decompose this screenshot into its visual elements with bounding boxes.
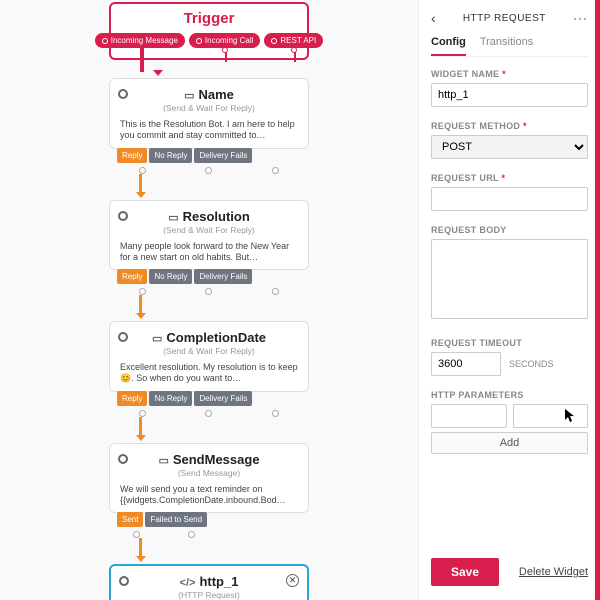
flow-canvas[interactable]: Trigger Incoming Message Incoming Call R…	[0, 0, 418, 600]
tag-delivery-fails[interactable]: Delivery Fails	[194, 148, 252, 163]
node-sendmessage[interactable]: ▭SendMessage (Send Message) We will send…	[109, 443, 309, 514]
save-button[interactable]: Save	[431, 558, 499, 586]
tag-delivery-fails[interactable]: Delivery Fails	[194, 269, 252, 284]
add-parameter-button[interactable]: Add	[431, 432, 588, 454]
code-icon: </>	[180, 577, 196, 589]
chat-icon: ▭	[152, 333, 162, 345]
input-timeout[interactable]	[431, 352, 501, 376]
tag-reply[interactable]: Reply	[117, 148, 147, 163]
node-subtitle: (Send & Wait For Reply)	[120, 225, 298, 235]
back-icon[interactable]: ‹	[431, 10, 436, 26]
chat-icon: ▭	[168, 212, 178, 224]
close-icon[interactable]: ✕	[286, 574, 299, 587]
input-widget-name[interactable]	[431, 83, 588, 107]
tag-reply[interactable]: Reply	[117, 391, 147, 406]
tag-noreply[interactable]: No Reply	[149, 269, 192, 284]
node-subtitle: (Send & Wait For Reply)	[120, 103, 298, 113]
chat-icon: ▭	[184, 90, 194, 102]
node-subtitle: (Send Message)	[120, 468, 298, 478]
tag-sent[interactable]: Sent	[117, 512, 143, 527]
accent-bar	[595, 0, 600, 600]
label-http-parameters: HTTP PARAMETERS	[431, 390, 588, 400]
config-panel: ‹ HTTP REQUEST ··· Config Transitions WI…	[418, 0, 600, 600]
node-body: This is the Resolution Bot. I am here to…	[120, 119, 298, 142]
node-body: Many people look forward to the New Year…	[120, 241, 298, 264]
label-request-timeout: REQUEST TIMEOUT	[431, 338, 588, 348]
radio-icon	[118, 332, 128, 342]
label-widget-name: WIDGET NAME	[431, 69, 588, 79]
node-resolution[interactable]: ▭Resolution (Send & Wait For Reply) Many…	[109, 200, 309, 271]
node-subtitle: (HTTP Request)	[121, 590, 297, 600]
node-http-1[interactable]: ✕ </>http_1 (HTTP Request)	[109, 564, 309, 600]
input-param-value[interactable]	[513, 404, 589, 428]
node-body: Excellent resolution. My resolution is t…	[120, 362, 298, 385]
pill-incoming-message[interactable]: Incoming Message	[95, 33, 185, 48]
label-request-method: REQUEST METHOD	[431, 121, 588, 131]
select-request-method[interactable]: POST	[431, 135, 588, 159]
node-completiondate[interactable]: ▭CompletionDate (Send & Wait For Reply) …	[109, 321, 309, 392]
panel-tabs: Config Transitions	[431, 36, 588, 57]
trigger-node[interactable]: Trigger Incoming Message Incoming Call R…	[109, 2, 309, 60]
tab-transitions[interactable]: Transitions	[480, 36, 533, 56]
node-name[interactable]: ▭Name (Send & Wait For Reply) This is th…	[109, 78, 309, 149]
tag-failed-to-send[interactable]: Failed to Send	[145, 512, 207, 527]
more-icon[interactable]: ···	[573, 11, 588, 25]
trigger-title: Trigger	[117, 10, 301, 27]
unit-seconds: SECONDS	[509, 359, 554, 369]
tag-delivery-fails[interactable]: Delivery Fails	[194, 391, 252, 406]
label-request-body: REQUEST BODY	[431, 225, 588, 235]
radio-icon	[119, 576, 129, 586]
pill-rest-api[interactable]: REST API	[264, 33, 323, 48]
radio-icon	[118, 454, 128, 464]
tag-reply[interactable]: Reply	[117, 269, 147, 284]
radio-icon	[118, 89, 128, 99]
pill-incoming-call[interactable]: Incoming Call	[189, 33, 260, 48]
node-subtitle: (Send & Wait For Reply)	[120, 346, 298, 356]
input-param-key[interactable]	[431, 404, 507, 428]
textarea-request-body[interactable]	[431, 239, 588, 319]
tag-noreply[interactable]: No Reply	[149, 148, 192, 163]
input-request-url[interactable]	[431, 187, 588, 211]
node-body: We will send you a text reminder on {{wi…	[120, 484, 298, 507]
chat-icon: ▭	[158, 455, 168, 467]
tab-config[interactable]: Config	[431, 36, 466, 56]
tag-noreply[interactable]: No Reply	[149, 391, 192, 406]
label-request-url: REQUEST URL	[431, 173, 588, 183]
delete-widget-link[interactable]: Delete Widget	[519, 566, 588, 578]
radio-icon	[118, 211, 128, 221]
panel-title: HTTP REQUEST	[463, 13, 546, 24]
tag-row: Reply No Reply Delivery Fails	[117, 148, 309, 163]
